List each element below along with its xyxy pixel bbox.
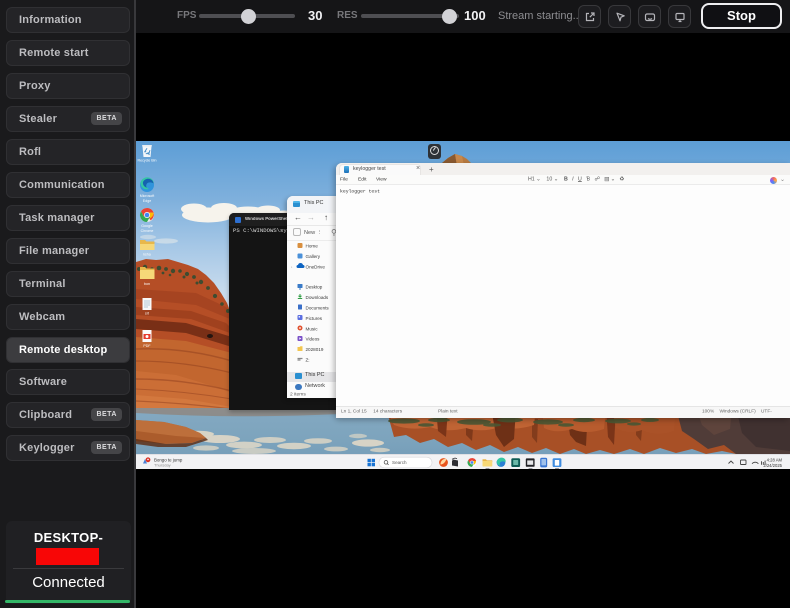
svg-text:Downloads: Downloads [306, 295, 329, 300]
svg-text:Pictures: Pictures [306, 316, 323, 321]
svg-text:Search: Search [392, 460, 407, 465]
svg-text:Google: Google [141, 224, 153, 228]
svg-text:bon: bon [144, 282, 150, 286]
svg-text:Microsoft: Microsoft [140, 194, 155, 198]
svg-text:PDF: PDF [143, 344, 151, 348]
svg-text:Documents: Documents [306, 306, 330, 311]
svg-text:Gallery: Gallery [306, 254, 321, 259]
svg-text:Recycle Bin: Recycle Bin [138, 159, 157, 163]
svg-text:›: › [291, 265, 293, 270]
svg-text:srt: srt [145, 312, 149, 316]
svg-text:Z:: Z: [306, 358, 310, 363]
svg-text:2028019: 2028019 [306, 347, 324, 352]
svg-text:Thursday: Thursday [154, 463, 171, 468]
svg-text:2/24/2025: 2/24/2025 [763, 463, 782, 468]
svg-text:Chrome: Chrome [141, 229, 154, 233]
svg-text:Music: Music [306, 327, 319, 332]
svg-text:Desktop: Desktop [306, 285, 323, 290]
svg-text:Home: Home [306, 244, 319, 249]
svg-text:Edge: Edge [143, 199, 151, 203]
svg-text:ksha: ksha [143, 253, 151, 257]
svg-text:OneDrive: OneDrive [306, 265, 326, 270]
svg-text:Videos: Videos [306, 337, 321, 342]
